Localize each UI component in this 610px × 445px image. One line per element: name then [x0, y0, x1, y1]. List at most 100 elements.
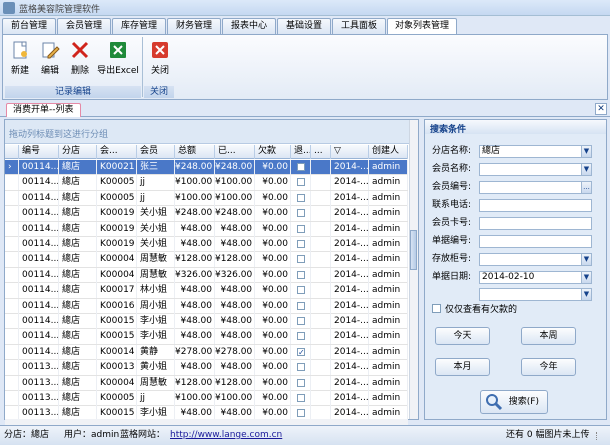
search-field-input[interactable] — [479, 235, 592, 248]
column-header-extra[interactable]: ... — [311, 145, 331, 159]
website-link[interactable]: http://www.lange.com.cn — [170, 426, 282, 445]
cell-refund — [291, 283, 311, 299]
search-field-input[interactable] — [479, 199, 592, 212]
table-row[interactable]: 00114... 總店 K00005 jj ¥100.00 ¥100.00 ¥0.00 201… — [5, 175, 408, 191]
refund-checkbox[interactable] — [297, 209, 305, 218]
search-field-input[interactable]: ▼ — [479, 253, 592, 266]
edit-button[interactable]: 编辑 — [36, 38, 64, 82]
table-row[interactable]: 00114... 總店 K00019 关小姐 ¥48.00 ¥48.00 ¥0.00 2014… — [5, 221, 408, 237]
refund-checkbox[interactable] — [297, 224, 305, 233]
table-row[interactable]: 00114... 總店 K00016 周小姐 ¥48.00 ¥48.00 ¥0.00 2014… — [5, 298, 408, 314]
table-row[interactable]: 00113... 總店 K00005 jj ¥100.00 ¥100.00 ¥0.00 201… — [5, 391, 408, 407]
cell-id: 00114... — [19, 329, 59, 345]
refund-checkbox[interactable] — [297, 332, 305, 341]
chevron-down-icon[interactable]: ▼ — [581, 164, 591, 175]
table-row[interactable]: 00114... 總店 K00019 关小姐 ¥48.00 ¥48.00 ¥0.00 2014… — [5, 237, 408, 253]
column-header-owe[interactable]: 欠款 — [255, 145, 291, 159]
delete-button[interactable]: 删除 — [66, 38, 94, 82]
close-icon[interactable]: ✕ — [595, 103, 607, 115]
scrollbar-thumb[interactable] — [410, 230, 417, 270]
column-header-member[interactable]: 会员 — [137, 145, 175, 159]
row-indicator — [5, 298, 19, 314]
search-field-input[interactable]: ▼ — [479, 288, 592, 301]
column-header-id[interactable]: 编号 — [19, 145, 59, 159]
refund-checkbox[interactable] — [297, 255, 305, 264]
table-row[interactable]: 00113... 總店 K00004 周慧敏 ¥128.00 ¥128.00 ¥0.00 20… — [5, 375, 408, 391]
column-header-refund[interactable]: 退... — [291, 145, 311, 159]
refund-checkbox[interactable] — [297, 378, 305, 387]
table-row[interactable]: 00114... 總店 K00017 林小姐 ¥48.00 ¥48.00 ¥0.00 2014… — [5, 283, 408, 299]
table-row[interactable]: 00114... 總店 K00004 周慧敏 ¥128.00 ¥128.00 ¥0.00 20… — [5, 252, 408, 268]
tab-reports[interactable]: 报表中心 — [222, 18, 276, 34]
this-month-button[interactable]: 本月 — [435, 358, 490, 376]
cell-member-no: K00013 — [97, 360, 137, 376]
refund-checkbox[interactable] — [297, 270, 305, 279]
tab-tools[interactable]: 工具面板 — [332, 18, 386, 34]
export-excel-label: 导出Excel — [97, 66, 139, 76]
app-icon — [3, 2, 15, 14]
cell-member-no: K00015 — [97, 406, 137, 420]
ellipsis-icon[interactable]: ... — [581, 182, 591, 193]
cell-total: ¥100.00 — [175, 175, 215, 191]
column-header-member-no[interactable]: 会... — [97, 145, 137, 159]
cell-date: 2014-... — [331, 206, 369, 222]
refund-checkbox[interactable] — [297, 240, 305, 248]
export-excel-button[interactable]: 导出Excel — [97, 38, 139, 82]
new-button[interactable]: 新建 — [6, 38, 34, 82]
tab-member[interactable]: 会员管理 — [57, 18, 111, 34]
search-field-input[interactable]: 總店 ▼ — [479, 145, 592, 158]
refund-checkbox[interactable] — [297, 363, 305, 372]
refund-checkbox[interactable] — [297, 317, 305, 325]
this-year-button[interactable]: 今年 — [521, 358, 576, 376]
search-button[interactable]: 搜索(F) — [480, 390, 548, 414]
refund-checkbox[interactable] — [297, 394, 305, 402]
tab-basic-settings[interactable]: 基础设置 — [277, 18, 331, 34]
resize-grip-icon[interactable] — [596, 432, 605, 440]
table-row[interactable]: 00114... 總店 K00015 李小姐 ¥48.00 ¥48.00 ¥0.00 2014… — [5, 314, 408, 330]
table-row[interactable]: 00114... 總店 K00015 李小姐 ¥48.00 ¥48.00 ¥0.00 2014… — [5, 329, 408, 345]
tab-front-desk[interactable]: 前台管理 — [2, 18, 56, 34]
refund-checkbox[interactable] — [297, 193, 305, 202]
table-row[interactable]: 00114... 總店 K00004 周慧敏 ¥326.00 ¥326.00 ¥0.00 20… — [5, 267, 408, 284]
tab-inventory[interactable]: 库存管理 — [112, 18, 166, 34]
search-field-value: 總店 — [482, 146, 501, 156]
chevron-down-icon[interactable]: ▼ — [581, 272, 591, 283]
chevron-down-icon[interactable]: ▼ — [581, 254, 591, 265]
cell-refund — [291, 314, 311, 329]
table-row[interactable]: 00113... 總店 K00015 李小姐 ¥48.00 ¥48.00 ¥0.00 2014… — [5, 406, 408, 420]
cell-paid: ¥100.00 — [215, 190, 255, 206]
search-field-input[interactable]: ▼ — [479, 163, 592, 176]
search-field-input[interactable]: 2014-02-10 ▼ — [479, 271, 592, 284]
tab-object-list[interactable]: 对象列表管理 — [387, 18, 457, 35]
column-header-total[interactable]: 总额 — [175, 145, 215, 159]
refund-checkbox[interactable] — [297, 163, 305, 171]
table-row[interactable]: 00114... 總店 K00005 jj ¥100.00 ¥100.00 ¥0.00 201… — [5, 190, 408, 207]
table-row[interactable]: 00113... 總店 K00013 黄小姐 ¥48.00 ¥48.00 ¥0.00 2014… — [5, 360, 408, 376]
owe-only-checkbox[interactable] — [432, 304, 441, 313]
refund-checkbox[interactable] — [297, 409, 305, 418]
tab-finance[interactable]: 财务管理 — [167, 18, 221, 34]
chevron-down-icon[interactable]: ▼ — [581, 289, 591, 300]
table-row[interactable]: 00114... 總店 K00019 关小姐 ¥248.00 ¥248.00 ¥0.00 20… — [5, 206, 408, 222]
document-tab[interactable]: 消费开单--列表 — [6, 103, 81, 117]
today-button[interactable]: 今天 — [435, 327, 490, 345]
column-header-paid[interactable]: 已... — [215, 145, 255, 159]
row-indicator — [5, 221, 19, 237]
column-header-creator[interactable]: 创建人 — [369, 145, 408, 159]
cell-extra — [311, 221, 331, 237]
close-button[interactable]: 关闭 — [146, 38, 174, 82]
refund-checkbox[interactable] — [297, 286, 305, 295]
column-header-branch[interactable]: 分店 — [59, 145, 97, 159]
cell-member: 李小姐 — [137, 329, 175, 345]
table-row[interactable]: 00114...總店K00014黄静¥278.00¥278.00¥0.00201… — [5, 344, 408, 361]
chevron-down-icon[interactable]: ▼ — [581, 146, 591, 157]
search-field-input[interactable]: ... — [479, 181, 592, 194]
column-header-date[interactable]: ▽ — [331, 145, 369, 159]
this-week-button[interactable]: 本周 — [521, 327, 576, 345]
search-field-input[interactable] — [479, 217, 592, 230]
refund-checkbox[interactable] — [297, 346, 305, 360]
cell-creator: admin — [369, 190, 408, 206]
table-row[interactable]: › 00114... 總店 K00021 张三 ¥248.00 ¥248.00 ¥0.00 20… — [5, 160, 408, 176]
refund-checkbox[interactable] — [297, 301, 305, 310]
refund-checkbox[interactable] — [297, 178, 305, 187]
